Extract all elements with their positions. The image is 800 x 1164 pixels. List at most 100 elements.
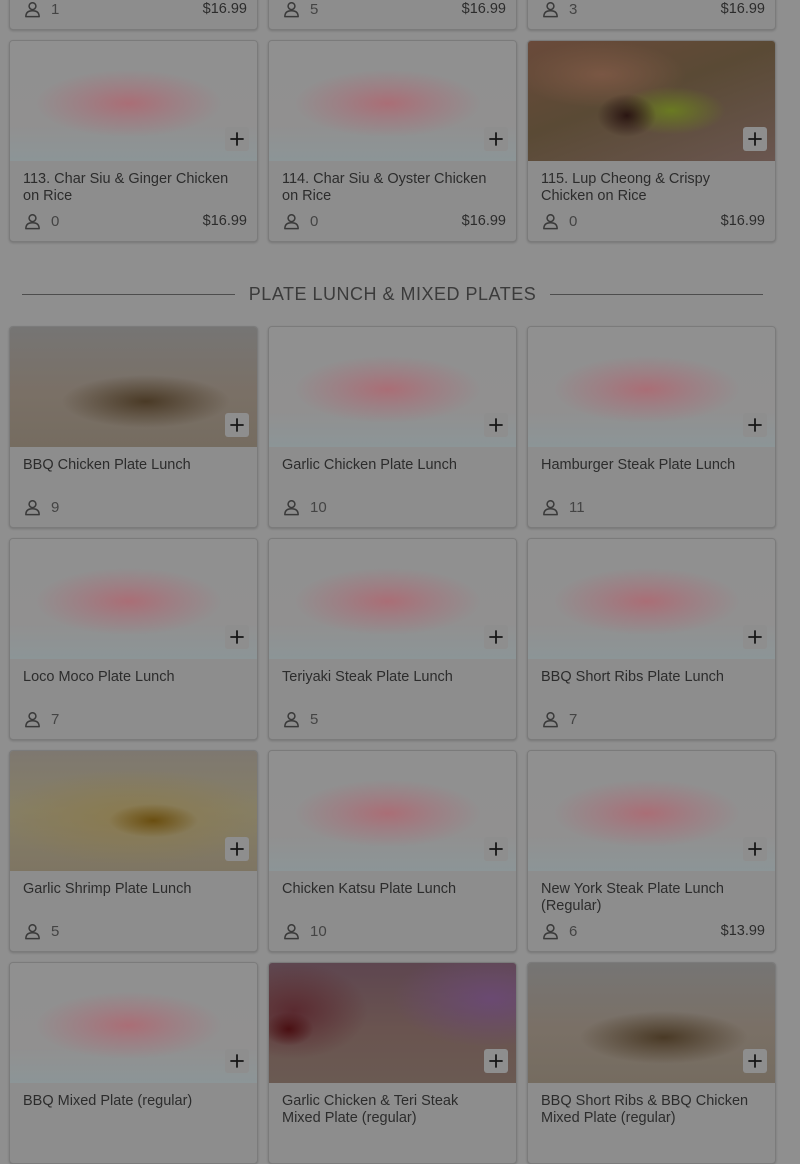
item-name: Garlic Chicken & Teri Steak Mixed Plate …	[282, 1093, 459, 1126]
item-image	[10, 963, 257, 1083]
item-name: New York Steak Plate Lunch (Regular)	[541, 881, 724, 914]
menu-item-card[interactable]: Chicken Katsu Plate Lunch 10	[268, 750, 517, 952]
menu-grid-plate-lunch: BBQ Chicken Plate Lunch 9 Garlic Chicken…	[9, 326, 777, 1164]
item-price: $16.99	[202, 213, 247, 229]
menu-item-card[interactable]: New York Steak Plate Lunch (Regular) 6 $…	[527, 750, 776, 952]
menu-item-card[interactable]: 3 $16.99	[527, 0, 776, 30]
menu-item-card[interactable]: Hamburger Steak Plate Lunch 11	[527, 326, 776, 528]
menu-item-card[interactable]: 113. Char Siu & Ginger Chicken on Rice 0…	[9, 40, 258, 242]
add-to-cart-button[interactable]	[484, 625, 508, 649]
item-name: BBQ Mixed Plate (regular)	[23, 1093, 193, 1109]
item-image	[10, 41, 257, 161]
item-meta: 10	[282, 921, 506, 941]
person-icon	[282, 710, 301, 729]
person-icon	[541, 498, 560, 517]
menu-item-card[interactable]: Garlic Shrimp Plate Lunch 5	[9, 750, 258, 952]
item-image	[269, 539, 516, 659]
person-icon	[23, 710, 42, 729]
add-to-cart-button[interactable]	[743, 1049, 767, 1073]
item-count: 10	[310, 922, 327, 940]
item-image	[528, 327, 775, 447]
item-count: 0	[310, 212, 319, 230]
add-to-cart-button[interactable]	[484, 413, 508, 437]
add-to-cart-button[interactable]	[743, 625, 767, 649]
menu-page: 1 $16.99 5 $16.99 3 $16.99 113. Char Siu…	[0, 0, 800, 1164]
item-image	[528, 751, 775, 871]
add-to-cart-button[interactable]	[743, 413, 767, 437]
menu-item-card[interactable]: 114. Char Siu & Oyster Chicken on Rice 0…	[268, 40, 517, 242]
menu-item-card[interactable]: BBQ Chicken Plate Lunch 9	[9, 326, 258, 528]
item-meta: 5	[282, 709, 506, 729]
item-name: Hamburger Steak Plate Lunch	[541, 457, 736, 473]
menu-item-card[interactable]: BBQ Short Ribs & BBQ Chicken Mixed Plate…	[527, 962, 776, 1164]
item-price: $16.99	[202, 1, 247, 17]
item-meta: 5 $16.99	[282, 0, 506, 19]
add-to-cart-button[interactable]	[484, 1049, 508, 1073]
plus-icon	[230, 132, 244, 146]
person-icon	[282, 922, 301, 941]
add-to-cart-button[interactable]	[225, 127, 249, 151]
person-icon	[541, 212, 560, 231]
item-price: $13.99	[720, 923, 765, 939]
add-to-cart-button[interactable]	[484, 837, 508, 861]
divider	[22, 293, 235, 295]
plus-icon	[489, 630, 503, 644]
add-to-cart-button[interactable]	[743, 837, 767, 861]
add-to-cart-button[interactable]	[225, 1049, 249, 1073]
menu-item-card[interactable]: 1 $16.99	[9, 0, 258, 30]
person-icon	[282, 0, 301, 19]
plus-icon	[489, 842, 503, 856]
section-title: PLATE LUNCH & MIXED PLATES	[248, 283, 537, 304]
item-meta: 6 $13.99	[541, 921, 765, 941]
menu-item-card[interactable]: Teriyaki Steak Plate Lunch 5	[268, 538, 517, 740]
add-to-cart-button[interactable]	[484, 127, 508, 151]
item-image	[269, 751, 516, 871]
add-to-cart-button[interactable]	[225, 413, 249, 437]
menu-item-card[interactable]: BBQ Short Ribs Plate Lunch 7	[527, 538, 776, 740]
item-name: Garlic Chicken Plate Lunch	[282, 457, 457, 473]
item-price: $16.99	[720, 213, 765, 229]
item-name: BBQ Chicken Plate Lunch	[23, 457, 191, 473]
menu-item-card[interactable]: BBQ Mixed Plate (regular)	[9, 962, 258, 1164]
menu-item-card[interactable]: Garlic Chicken Plate Lunch 10	[268, 326, 517, 528]
item-meta: 9	[23, 497, 247, 517]
person-icon	[541, 922, 560, 941]
menu-item-card[interactable]: Garlic Chicken & Teri Steak Mixed Plate …	[268, 962, 517, 1164]
item-meta: 10	[282, 497, 506, 517]
add-to-cart-button[interactable]	[225, 837, 249, 861]
item-count: 7	[51, 710, 60, 728]
person-icon	[23, 0, 42, 19]
item-name: BBQ Short Ribs & BBQ Chicken Mixed Plate…	[541, 1093, 749, 1126]
item-image	[269, 963, 516, 1083]
item-image	[10, 751, 257, 871]
section-header: PLATE LUNCH & MIXED PLATES	[22, 282, 763, 306]
item-count: 6	[569, 922, 578, 940]
plus-icon	[230, 1054, 244, 1068]
item-price: $16.99	[461, 1, 506, 17]
add-to-cart-button[interactable]	[225, 625, 249, 649]
item-image	[269, 41, 516, 161]
item-price: $16.99	[461, 213, 506, 229]
item-image	[10, 327, 257, 447]
person-icon	[282, 498, 301, 517]
item-name: 114. Char Siu & Oyster Chicken on Rice	[282, 171, 487, 204]
person-icon	[282, 212, 301, 231]
item-image	[528, 963, 775, 1083]
item-count: 11	[569, 498, 585, 516]
item-meta: 1 $16.99	[23, 0, 247, 19]
add-to-cart-button[interactable]	[743, 127, 767, 151]
item-count: 5	[51, 922, 60, 940]
item-meta: 11	[541, 497, 765, 517]
item-count: 7	[569, 710, 578, 728]
plus-icon	[230, 630, 244, 644]
item-meta: 5	[23, 921, 247, 941]
menu-grid-rice: 113. Char Siu & Ginger Chicken on Rice 0…	[9, 40, 777, 242]
plus-icon	[748, 418, 762, 432]
item-meta: 7	[541, 709, 765, 729]
item-image	[528, 539, 775, 659]
item-meta: 0 $16.99	[23, 211, 247, 231]
menu-item-card[interactable]: Loco Moco Plate Lunch 7	[9, 538, 258, 740]
menu-item-card[interactable]: 115. Lup Cheong & Crispy Chicken on Rice…	[527, 40, 776, 242]
plus-icon	[489, 418, 503, 432]
menu-item-card[interactable]: 5 $16.99	[268, 0, 517, 30]
